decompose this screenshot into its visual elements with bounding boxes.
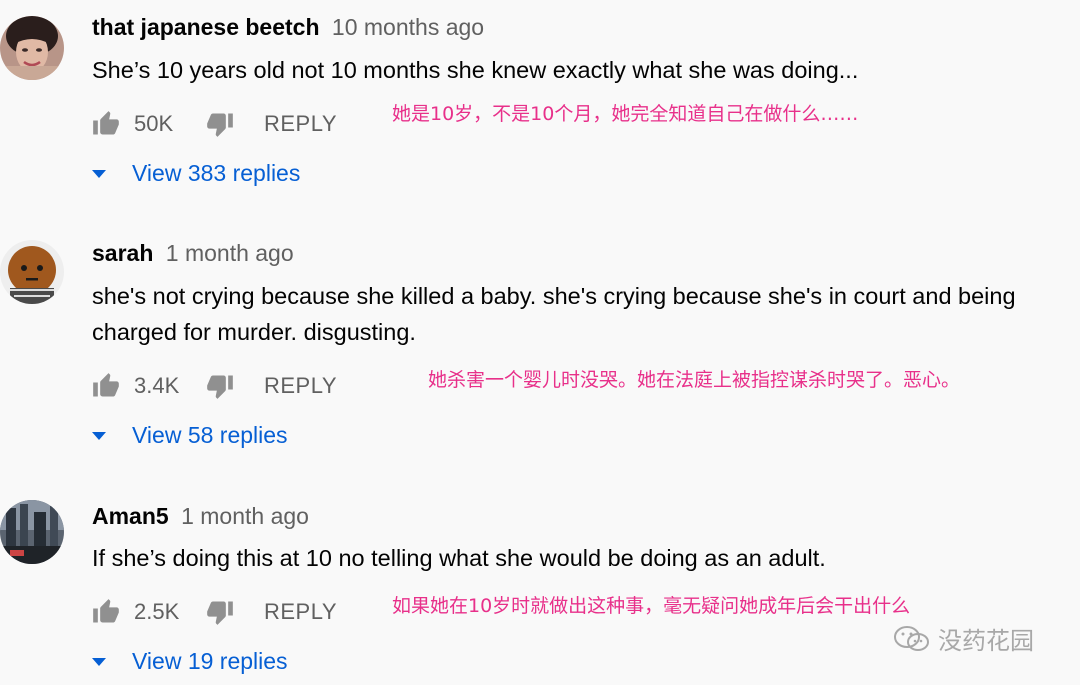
thumbs-up-icon[interactable] [92,598,120,626]
view-replies-button[interactable]: View 19 replies [92,648,288,675]
watermark: 没药花园 [892,621,1034,656]
comment-text: If she’s doing this at 10 no telling wha… [92,545,826,571]
wechat-icon [894,625,929,651]
view-replies-label: View 19 replies [132,648,288,674]
comment-3: Aman5 1 month ago If she’s doing this at… [0,0,1080,685]
translation-annotation: 如果她在10岁时就做出这种事，毫无疑问她成年后会干出什么 [392,595,911,617]
author-name[interactable]: Aman5 [92,503,169,529]
avatar[interactable] [0,500,64,564]
watermark-text: 没药花园 [938,627,1034,655]
action-bar: 2.5K REPLY [92,595,337,629]
like-count: 2.5K [134,599,180,624]
caret-down-icon [92,657,106,666]
timestamp[interactable]: 1 month ago [181,503,309,529]
comment-header: Aman5 1 month ago [92,503,309,530]
reply-button[interactable]: REPLY [264,599,337,625]
thumbs-down-icon[interactable] [206,598,234,626]
